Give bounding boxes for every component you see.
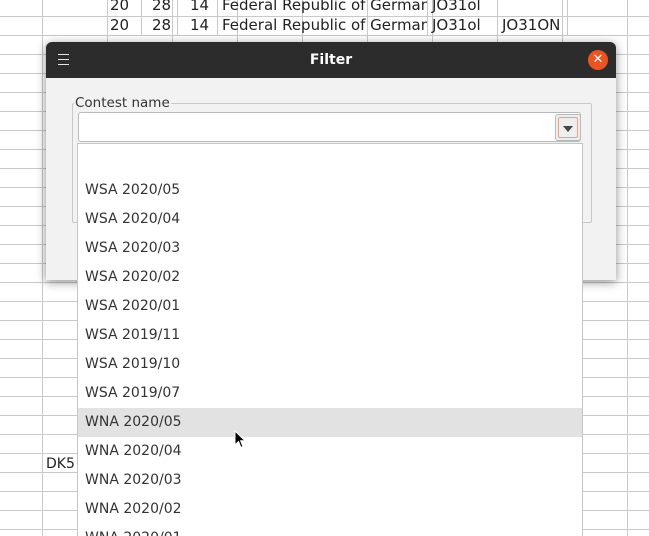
sheet-cell[interactable]: 28 xyxy=(142,15,178,35)
chevron-down-icon xyxy=(563,126,573,132)
list-item[interactable] xyxy=(78,147,582,176)
sheet-cell[interactable]: JO31ol xyxy=(428,0,498,15)
sheet-cell-partial[interactable]: DK5 xyxy=(46,456,75,472)
close-button[interactable]: ✕ xyxy=(588,50,608,70)
combobox-dropdown-button[interactable] xyxy=(555,114,581,141)
sheet-cell[interactable]: 20 xyxy=(106,15,142,35)
sheet-cell[interactable]: 14 xyxy=(178,15,218,35)
list-item[interactable]: WNA 2020/01 xyxy=(78,524,582,536)
sheet-row: 20 28 14 Federal Republic of Germany JO3… xyxy=(0,15,649,35)
sheet-cell[interactable]: 28 xyxy=(142,0,178,15)
list-item[interactable]: WSA 2020/04 xyxy=(78,205,582,234)
group-label: Contest name xyxy=(74,95,171,111)
mouse-pointer-icon xyxy=(234,430,246,449)
sheet-cell[interactable]: JO31ol xyxy=(428,15,498,35)
contest-dropdown-list[interactable]: WSA 2020/05 WSA 2020/04 WSA 2020/03 WSA … xyxy=(77,143,583,536)
list-item[interactable]: WSA 2019/07 xyxy=(78,379,582,408)
list-item[interactable]: WNA 2020/03 xyxy=(78,466,582,495)
sheet-cell[interactable]: 14 xyxy=(178,0,218,15)
list-item-hovered[interactable]: WNA 2020/05 xyxy=(78,408,582,437)
sheet-cell[interactable]: 20 xyxy=(106,0,142,15)
list-item[interactable]: WNA 2020/02 xyxy=(78,495,582,524)
list-item[interactable]: WSA 2020/01 xyxy=(78,292,582,321)
list-item[interactable]: WSA 2020/05 xyxy=(78,176,582,205)
contest-name-combobox[interactable] xyxy=(78,112,581,142)
list-item[interactable]: WSA 2020/03 xyxy=(78,234,582,263)
list-item[interactable]: WSA 2019/10 xyxy=(78,350,582,379)
sheet-cell[interactable]: JO31ON xyxy=(498,15,568,35)
sheet-cell[interactable] xyxy=(498,0,568,15)
list-item[interactable]: WSA 2019/11 xyxy=(78,321,582,350)
list-item[interactable]: WNA 2020/04 xyxy=(78,437,582,466)
sheet-row: 20 28 14 Federal Republic of Germany JO3… xyxy=(0,0,649,15)
sheet-cell[interactable]: Federal Republic of Germany xyxy=(218,15,428,35)
list-item[interactable]: WSA 2020/02 xyxy=(78,263,582,292)
dialog-titlebar[interactable]: Filter ✕ xyxy=(46,42,616,78)
dialog-title: Filter xyxy=(309,52,353,68)
sheet-cell[interactable]: Federal Republic of Germany xyxy=(218,0,428,15)
close-icon: ✕ xyxy=(592,52,604,67)
